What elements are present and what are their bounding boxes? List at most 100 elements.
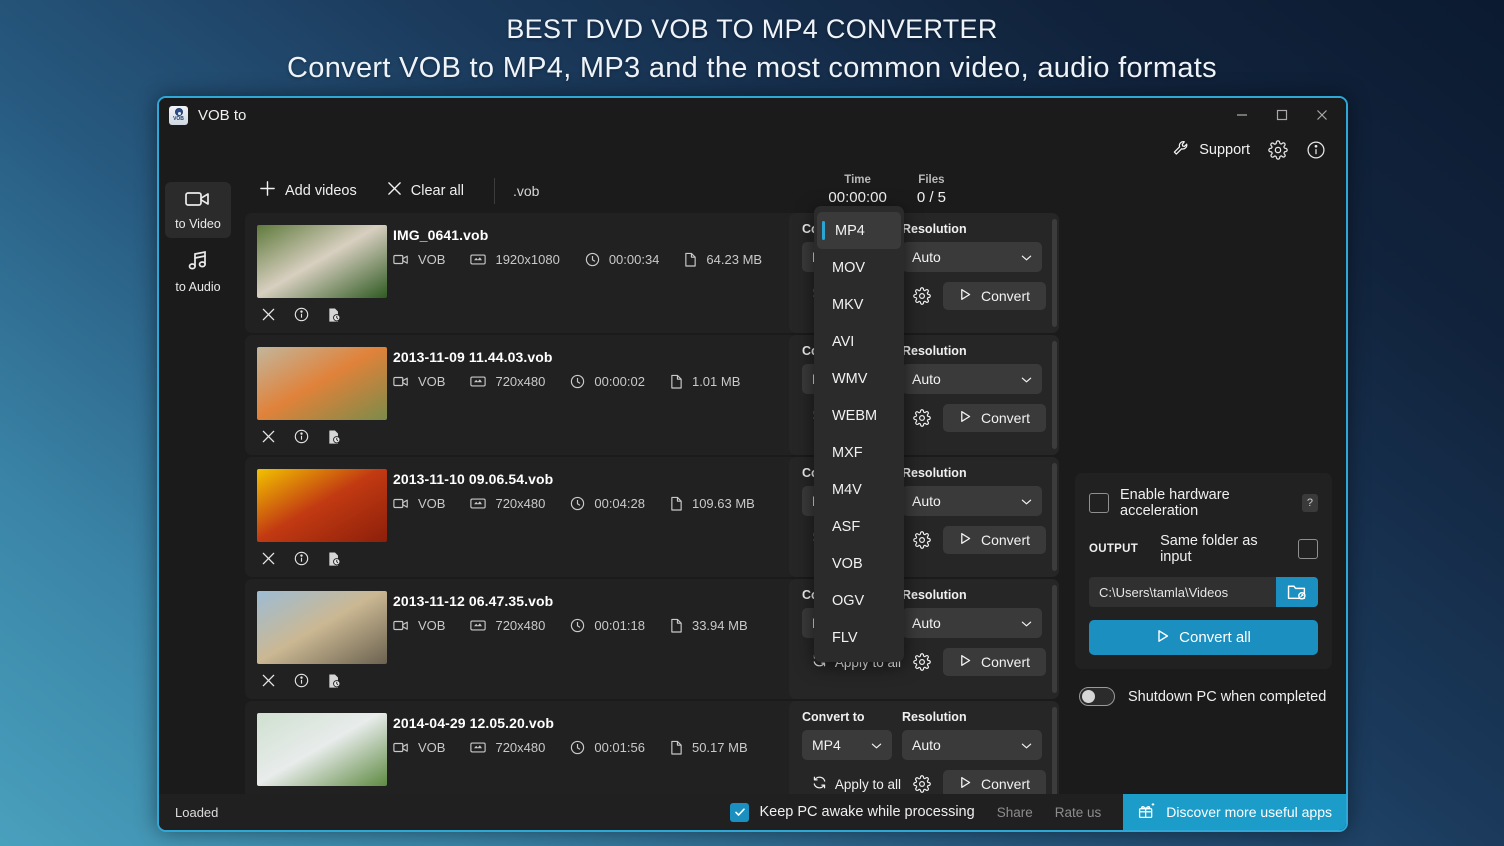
file-format: VOB [393,496,445,511]
dropdown-option-vob[interactable]: VOB [814,545,904,582]
convert-to-value: MP4 [812,737,841,753]
hardware-acceleration-checkbox[interactable] [1089,493,1109,513]
convert-to-select[interactable]: MP4 [802,730,892,760]
apply-to-all-button[interactable]: Apply to all [812,775,901,793]
support-button[interactable]: Support [1172,139,1250,162]
dropdown-option-flv[interactable]: FLV [814,619,904,656]
dropdown-option-webm[interactable]: WEBM [814,397,904,434]
minimize-icon[interactable] [1222,98,1262,132]
keep-awake-checkbox[interactable] [730,802,750,822]
discover-apps-button[interactable]: Discover more useful apps [1123,794,1346,830]
remove-file-icon[interactable] [261,551,276,572]
file-resolution: 1920x1080 [470,252,560,267]
format-dropdown-menu[interactable]: MP4 MOV MKV AVI WMV WEBM MXF M4V ASF VOB OGV FLV [814,206,904,662]
file-info-icon[interactable] [294,429,309,450]
output-label: OUTPUT [1089,543,1139,555]
gear-icon[interactable] [1268,140,1288,160]
hardware-acceleration-row[interactable]: Enable hardware acceleration ? [1089,487,1318,519]
file-info-icon[interactable] [294,673,309,694]
resolution-select[interactable]: Auto [902,486,1042,516]
rate-us-link[interactable]: Rate us [1055,805,1102,820]
table-row[interactable]: 2013-11-09 11.44.03.vob VOB 720x480 00:0… [245,335,1059,455]
video-thumbnail[interactable] [257,225,387,298]
resolution-select[interactable]: Auto [902,730,1042,760]
convert-button[interactable]: Convert [942,404,1046,432]
file-info-icon[interactable] [294,307,309,328]
preview-file-icon[interactable] [327,429,342,450]
dropdown-option-wmv[interactable]: WMV [814,360,904,397]
folder-open-icon[interactable] [1276,577,1318,607]
same-folder-checkbox[interactable] [1298,539,1318,559]
file-list[interactable]: IMG_0641.vob VOB 1920x1080 00:00:34 64.2… [237,213,1061,794]
remove-file-icon[interactable] [261,673,276,694]
clear-all-button[interactable]: Clear all [375,175,476,206]
dropdown-option-mxf[interactable]: MXF [814,434,904,471]
file-size: 109.63 MB [670,496,755,511]
convert-all-button[interactable]: Convert all [1089,620,1318,655]
thumbnail-column [245,579,393,699]
convert-button[interactable]: Convert [942,282,1046,310]
video-thumbnail[interactable] [257,713,387,786]
resolution-select[interactable]: Auto [902,242,1042,272]
convert-button[interactable]: Convert [942,770,1046,794]
status-bar: Loaded Keep PC awake while processing Sh… [159,794,1346,830]
sidebar-item-to-video[interactable]: to Video [165,182,231,238]
file-duration: 00:00:02 [570,374,645,389]
close-icon[interactable] [1302,98,1342,132]
convert-label: Convert [980,654,1030,670]
resolution-group: Resolution Auto [902,344,1042,394]
row-scrollbar[interactable] [1052,341,1057,449]
maximize-icon[interactable] [1262,98,1302,132]
table-row[interactable]: 2014-04-29 12.05.20.vob VOB 720x480 00:0… [245,701,1059,794]
row-scrollbar[interactable] [1052,219,1057,327]
convert-button[interactable]: Convert [942,526,1046,554]
resolution-select[interactable]: Auto [902,608,1042,638]
remove-file-icon[interactable] [261,429,276,450]
output-path-input[interactable]: C:\Users\tamla\Videos [1089,577,1276,607]
row-scrollbar[interactable] [1052,707,1057,794]
top-utility-bar: Support [159,132,1346,168]
dropdown-option-mp4[interactable]: MP4 [817,212,901,249]
add-videos-button[interactable]: Add videos [247,174,369,207]
dropdown-option-avi[interactable]: AVI [814,323,904,360]
row-settings-gear-icon[interactable] [913,775,931,793]
table-row[interactable]: 2013-11-10 09.06.54.vob VOB 720x480 00:0… [245,457,1059,577]
help-icon[interactable]: ? [1301,494,1318,512]
video-thumbnail[interactable] [257,591,387,664]
row-scrollbar[interactable] [1052,585,1057,693]
preview-file-icon[interactable] [327,673,342,694]
dropdown-option-mkv[interactable]: MKV [814,286,904,323]
sidebar-item-to-audio[interactable]: to Audio [165,244,231,300]
convert-button[interactable]: Convert [942,648,1046,676]
shutdown-toggle[interactable] [1079,687,1115,706]
share-link[interactable]: Share [997,805,1033,820]
info-icon[interactable] [1306,140,1326,160]
table-row[interactable]: 2013-11-12 06.47.35.vob VOB 720x480 00:0… [245,579,1059,699]
row-settings-gear-icon[interactable] [913,287,931,305]
row-settings-gear-icon[interactable] [913,409,931,427]
file-info-icon[interactable] [294,551,309,572]
row-settings-gear-icon[interactable] [913,653,931,671]
row-scrollbar[interactable] [1052,463,1057,571]
remove-file-icon[interactable] [261,307,276,328]
preview-file-icon[interactable] [327,307,342,328]
resolution-select[interactable]: Auto [902,364,1042,394]
convert-all-label: Convert all [1179,629,1251,646]
convert-label: Convert [980,532,1030,548]
dropdown-option-m4v[interactable]: M4V [814,471,904,508]
preview-file-icon[interactable] [327,551,342,572]
video-thumbnail[interactable] [257,469,387,542]
counter-time-value: 00:00:00 [828,189,887,206]
table-row[interactable]: IMG_0641.vob VOB 1920x1080 00:00:34 64.2… [245,213,1059,333]
dropdown-option-asf[interactable]: ASF [814,508,904,545]
dropdown-option-ogv[interactable]: OGV [814,582,904,619]
row-settings-gear-icon[interactable] [913,531,931,549]
file-size: 33.94 MB [670,618,748,633]
shutdown-row[interactable]: Shutdown PC when completed [1075,687,1332,706]
chevron-down-icon [1021,615,1032,631]
same-folder-label: Same folder as input [1160,533,1258,565]
dropdown-option-mov[interactable]: MOV [814,249,904,286]
video-thumbnail[interactable] [257,347,387,420]
file-resolution: 720x480 [470,740,545,755]
keep-awake-row[interactable]: Keep PC awake while processing [730,802,975,822]
